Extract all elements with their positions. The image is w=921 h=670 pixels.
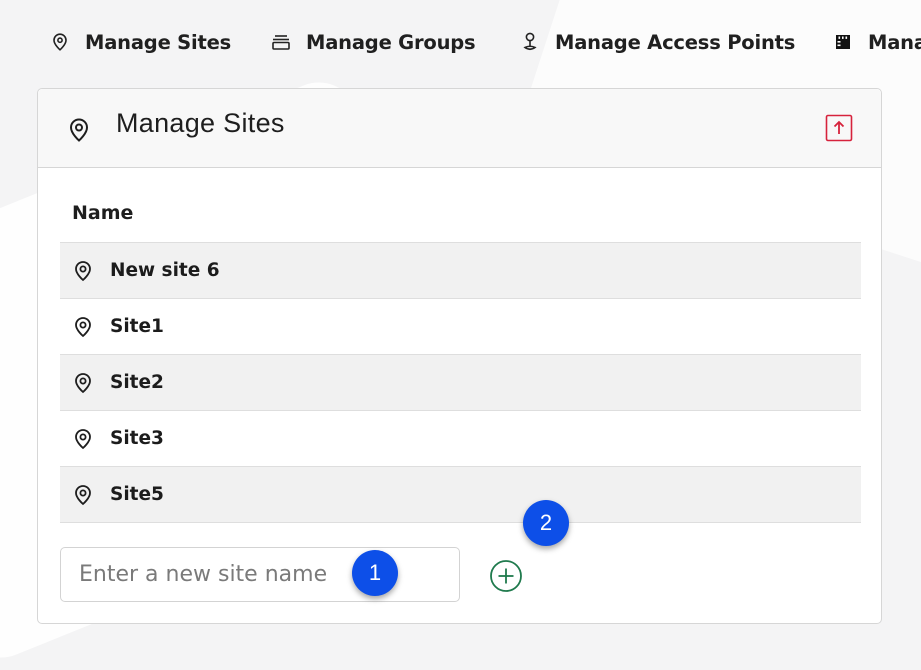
collapse-button[interactable] [825, 114, 853, 142]
location-pin-icon [72, 428, 94, 450]
column-header-name: Name [60, 193, 861, 243]
site-name: Site2 [110, 372, 164, 393]
layers-icon [270, 31, 292, 53]
nav-manage-access-points[interactable]: Manage Access Points [519, 22, 795, 62]
nav-label: Manage Access Points [555, 30, 796, 54]
manage-sites-panel: Manage Sites Name New site 6 Site1 Site2 [37, 88, 882, 624]
step-badge-1: 1 [352, 550, 398, 596]
film-icon [832, 31, 854, 53]
nav-manage-groups[interactable]: Manage Groups [270, 22, 476, 62]
arrow-up-square-icon [825, 114, 853, 142]
nav-label: Manage Groups [306, 30, 476, 54]
site-name: Site1 [110, 316, 164, 337]
nav-manage-sites[interactable]: Manage Sites [49, 22, 231, 62]
location-pin-icon [72, 316, 94, 338]
location-pin-icon [72, 484, 94, 506]
site-name: Site5 [110, 484, 164, 505]
access-point-icon [519, 31, 541, 53]
step-badge-2: 2 [523, 500, 569, 546]
location-pin-icon [72, 372, 94, 394]
location-pin-icon [72, 260, 94, 282]
nav-label: Manage Sites [85, 30, 232, 54]
site-name: New site 6 [110, 260, 220, 281]
table-row[interactable]: Site3 [60, 411, 861, 467]
sites-table: Name New site 6 Site1 Site2 Site3 Site5 [60, 193, 861, 523]
page-title: Manage Sites [116, 108, 285, 138]
location-pin-icon [66, 117, 92, 143]
table-row[interactable]: Site5 [60, 467, 861, 523]
panel-header: Manage Sites [38, 89, 881, 168]
nav-manage-more[interactable]: Mana [832, 22, 921, 62]
new-site-name-input[interactable] [60, 547, 460, 602]
table-row[interactable]: Site2 [60, 355, 861, 411]
top-nav: Manage Sites Manage Groups Manage Access… [0, 0, 921, 86]
add-site-button[interactable] [489, 559, 523, 593]
location-pin-icon [49, 31, 71, 53]
table-row[interactable]: New site 6 [60, 243, 861, 299]
nav-label: Mana [868, 30, 921, 54]
table-row[interactable]: Site1 [60, 299, 861, 355]
site-name: Site3 [110, 428, 164, 449]
plus-circle-icon [490, 560, 522, 592]
